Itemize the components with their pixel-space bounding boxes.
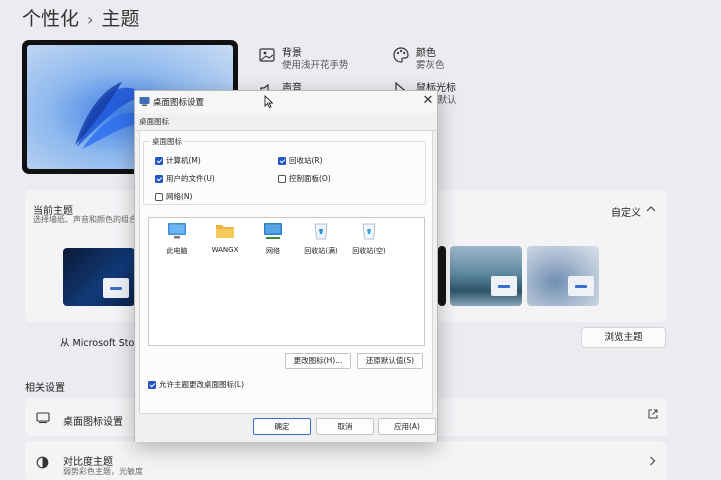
list-item[interactable]: 此电脑 xyxy=(150,222,204,256)
recycle-bin-empty-icon xyxy=(362,223,376,240)
icon-label: WANGX xyxy=(211,246,239,254)
icon-label: 回收站(满) xyxy=(304,247,338,255)
recycle-bin-checkbox[interactable]: 回收站(R) xyxy=(278,155,323,166)
close-icon[interactable]: ✕ xyxy=(421,93,435,108)
background-subtitle: 使用浅开花手势 xyxy=(282,60,349,71)
computer-checkbox[interactable]: 计算机(M) xyxy=(155,155,201,166)
related-settings-heading: 相关设置 xyxy=(25,383,65,394)
current-theme-subtitle: 选择墙纸、声音和颜色的组合 xyxy=(33,215,137,224)
network-icon xyxy=(264,223,282,239)
allow-themes-checkbox-label: 允许主题更改桌面图标(L) xyxy=(159,380,245,389)
icon-label: 此电脑 xyxy=(166,247,188,255)
checkbox-checked-icon[interactable] xyxy=(148,380,156,389)
user-files-checkbox-label: 用户的文件(U) xyxy=(166,174,215,183)
color-setting[interactable]: 颜色 雾灰色 xyxy=(392,44,502,72)
desktop-icon-settings-label: 桌面图标设置 xyxy=(63,417,123,428)
user-files-checkbox[interactable]: 用户的文件(U) xyxy=(155,173,215,184)
ok-button[interactable]: 确定 xyxy=(253,418,311,435)
microsoft-store-text: 从 Microsoft Store xyxy=(60,338,144,349)
customize-label[interactable]: 自定义 xyxy=(611,204,641,219)
checkbox-checked-icon[interactable] xyxy=(155,174,163,183)
external-link-icon[interactable] xyxy=(648,409,658,419)
desktop-icons-group-label: 桌面图标 xyxy=(150,136,184,147)
contrast-icon xyxy=(36,456,49,469)
background-setting[interactable]: 背景 使用浅开花手势 xyxy=(258,44,378,72)
contrast-themes-subtitle: 弱势彩色主题，光敏度 xyxy=(63,467,143,476)
folder-icon xyxy=(216,225,234,238)
list-item[interactable]: 回收站(满) xyxy=(294,222,348,256)
theme-thumbnail-windows[interactable] xyxy=(63,248,135,306)
theme-thumbnail-dark[interactable] xyxy=(438,246,446,306)
icon-label: 回收站(空) xyxy=(352,247,386,255)
checkbox-unchecked-icon[interactable] xyxy=(278,174,286,183)
checkbox-unchecked-icon[interactable] xyxy=(155,192,163,201)
theme-thumbnail-bloom-light[interactable] xyxy=(527,246,599,306)
control-panel-checkbox-label: 控制面板(O) xyxy=(289,174,331,183)
restore-default-button[interactable]: 还原默认值(S) xyxy=(357,353,423,369)
icon-label: 网络 xyxy=(266,247,280,255)
page-title: 主题 xyxy=(101,8,140,30)
list-item[interactable]: 网络 xyxy=(246,222,300,256)
desktop-icon-list[interactable]: 此电脑 WANGX 网络 回收站(满) 回收站(空) xyxy=(148,217,425,346)
recycle-bin-checkbox-label: 回收站(R) xyxy=(289,156,323,165)
control-panel-checkbox[interactable]: 控制面板(O) xyxy=(278,173,331,184)
tab-desktop-icons[interactable]: 桌面图标 xyxy=(139,116,169,127)
dialog-tab-strip xyxy=(135,113,437,131)
checkbox-checked-icon[interactable] xyxy=(155,156,163,165)
theme-window-preview xyxy=(103,278,129,298)
list-item[interactable]: WANGX xyxy=(198,222,252,254)
breadcrumb-separator-icon: › xyxy=(87,10,94,29)
color-subtitle: 雾灰色 xyxy=(416,60,445,71)
breadcrumb: 个性化 › 主题 xyxy=(22,4,139,31)
dialog-app-icon xyxy=(139,97,150,106)
palette-icon xyxy=(393,47,409,63)
theme-window-preview xyxy=(568,276,594,296)
mouse-cursor-icon xyxy=(264,95,273,108)
chevron-up-icon[interactable] xyxy=(646,205,656,213)
desktop-icon-settings-dialog: 桌面图标设置 ✕ 桌面图标 桌面图标 计算机(M) 回收站(R) 用户的文件(U… xyxy=(134,90,438,442)
checkbox-checked-icon[interactable] xyxy=(278,156,286,165)
cancel-button[interactable]: 取消 xyxy=(316,418,374,435)
this-pc-icon xyxy=(168,223,186,239)
allow-themes-checkbox[interactable]: 允许主题更改桌面图标(L) xyxy=(148,379,244,390)
apply-button[interactable]: 应用(A) xyxy=(378,418,436,435)
browse-themes-button[interactable]: 浏览主题 xyxy=(581,327,666,348)
computer-checkbox-label: 计算机(M) xyxy=(166,156,201,165)
monitor-icon xyxy=(36,412,50,424)
breadcrumb-parent[interactable]: 个性化 xyxy=(22,8,79,30)
list-item[interactable]: 回收站(空) xyxy=(342,222,396,256)
dialog-title: 桌面图标设置 xyxy=(153,98,205,108)
chevron-right-icon[interactable] xyxy=(649,456,656,466)
theme-window-preview xyxy=(491,276,517,296)
network-checkbox-label: 网络(N) xyxy=(166,192,193,201)
recycle-bin-full-icon xyxy=(314,223,328,240)
theme-thumbnail-lake[interactable] xyxy=(450,246,522,306)
network-checkbox[interactable]: 网络(N) xyxy=(155,191,192,202)
change-icon-button[interactable]: 更改图标(H)... xyxy=(285,353,351,369)
image-icon xyxy=(259,48,275,62)
